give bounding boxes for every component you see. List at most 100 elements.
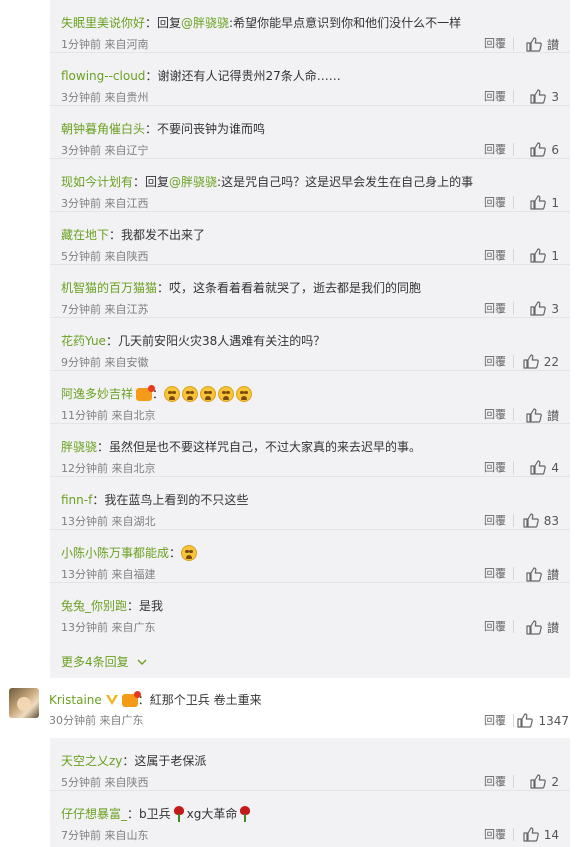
like-count: 讃 <box>546 568 559 582</box>
reply-button[interactable]: 回覆 <box>484 302 506 316</box>
like-count: 4 <box>551 460 559 475</box>
thumbs-up-icon <box>530 301 547 316</box>
username-link[interactable]: 失眠里美说你好 <box>61 15 145 31</box>
divider <box>513 302 514 315</box>
list-item: flowing--cloud ：谢谢还有人记得贵州27条人命…… 3分钟前 来自贵… <box>50 53 570 106</box>
username-link[interactable]: finn-f <box>61 492 92 508</box>
username-link[interactable]: 胖骁骁 <box>61 439 97 455</box>
reply-meta: 7分钟前 来自江苏 <box>61 303 149 316</box>
username-link[interactable]: Kristaine <box>49 692 102 708</box>
like-count: 1 <box>551 195 559 210</box>
more-replies-label: 更多4条回复 <box>61 655 129 669</box>
like-button[interactable]: 22 <box>523 354 559 369</box>
list-item: 失眠里美说你好 ：回复 @胖骁骁:希望你能早点意识到你和他们没什么不一样 1分钟前 … <box>50 0 570 53</box>
divider <box>513 90 514 103</box>
like-button[interactable]: 讃 <box>526 407 559 424</box>
reply-text: ：不要问丧钟为谁而鸣 <box>145 122 266 136</box>
username-link[interactable]: 机智猫的百万猫猫 <box>61 280 157 296</box>
username-link[interactable]: 现如今计划有 <box>61 174 133 190</box>
username-link[interactable]: 阿逸多妙吉祥 <box>61 386 133 402</box>
username-link[interactable]: 小陈小陈万事都能成 <box>61 545 169 561</box>
list-item: 现如今计划有 ：回复 @胖骁骁:这是咒自己吗？这是迟早会发生在自己身上的事 3分钟前… <box>50 159 570 212</box>
thumbs-up-icon <box>530 774 547 789</box>
like-button[interactable]: 2 <box>530 774 559 789</box>
username-link[interactable]: 兔兔_你别跑 <box>61 598 127 614</box>
username-link[interactable]: 藏在地下 <box>61 227 109 243</box>
reply-text: ：b卫兵 <box>127 807 171 821</box>
reply-meta: 3分钟前 来自辽宁 <box>61 144 149 157</box>
reply-meta: 5分钟前 来自陕西 <box>61 250 149 263</box>
like-button[interactable]: 83 <box>523 513 559 528</box>
list-item: 胖骁骁 ：虽然但是也不要这样咒自己，不过大家真的来去迟早的事。 12分钟前 来自北… <box>50 424 570 477</box>
divider <box>513 355 514 368</box>
reply-button[interactable]: 回覆 <box>484 567 506 581</box>
list-item: 阿逸多妙吉祥： 11分钟前 来自北京 回覆 讃 <box>50 371 570 424</box>
like-button[interactable]: 3 <box>530 89 559 104</box>
mention-link[interactable]: @胖骁骁 <box>169 174 217 190</box>
like-button[interactable]: 3 <box>530 301 559 316</box>
like-count: 22 <box>543 354 559 369</box>
reply-thread-panel: 失眠里美说你好 ：回复 @胖骁骁:希望你能早点意识到你和他们没什么不一样 1分钟前 … <box>50 0 570 678</box>
like-count: 3 <box>551 89 559 104</box>
reply-text: ：我都发不出来了 <box>109 228 206 242</box>
reply-text: ：哎，这条看着看着就哭了，逝去都是我们的同胞 <box>157 281 422 295</box>
crying-emoji-icon <box>200 386 217 402</box>
like-button[interactable]: 讃 <box>526 566 559 583</box>
reply-button[interactable]: 回覆 <box>484 775 506 789</box>
thumbs-up-icon <box>523 513 539 528</box>
like-button[interactable]: 1347 <box>517 713 569 728</box>
like-button[interactable]: 讃 <box>526 36 559 53</box>
like-count: 讃 <box>546 38 559 52</box>
crying-emoji-icon <box>164 386 181 402</box>
thumbs-up-icon <box>530 248 547 263</box>
reply-button[interactable]: 回覆 <box>484 620 506 634</box>
list-item: 仔仔想暴富_ ：b卫兵 xg大革命 7分钟前 来自山东 回覆 14 <box>50 791 570 844</box>
username-link[interactable]: 仔仔想暴富_ <box>61 806 127 822</box>
rose-emoji-icon <box>173 806 185 822</box>
reply-meta: 7分钟前 来自山东 <box>61 829 149 842</box>
reply-text-2: xg大革命 <box>186 807 238 821</box>
crying-emoji-icon <box>182 386 199 402</box>
username-link[interactable]: 花药Yue <box>61 333 106 349</box>
like-button[interactable]: 4 <box>530 460 559 475</box>
like-count: 83 <box>543 513 559 528</box>
username-link[interactable]: flowing--cloud <box>61 68 145 84</box>
like-button[interactable]: 1 <box>530 195 559 210</box>
thumbs-up-icon <box>530 89 547 104</box>
like-count: 讃 <box>546 621 559 635</box>
reply-meta: 13分钟前 来自湖北 <box>61 515 156 528</box>
comment-item: Kristaine ：紅那个卫兵 卷土重来 30分钟前 来自广东 回覆 1347 <box>0 686 580 738</box>
reply-button[interactable]: 回覆 <box>484 828 506 842</box>
divider <box>513 408 514 421</box>
reply-button[interactable]: 回覆 <box>484 90 506 104</box>
like-button[interactable]: 1 <box>530 248 559 263</box>
rose-emoji-icon <box>239 806 251 822</box>
like-button[interactable]: 讃 <box>526 619 559 636</box>
avatar[interactable] <box>9 688 39 718</box>
reply-meta: 13分钟前 来自福建 <box>61 568 156 581</box>
like-button[interactable]: 14 <box>523 827 559 842</box>
reply-button[interactable]: 回覆 <box>484 714 506 728</box>
reply-button[interactable]: 回覆 <box>484 143 506 157</box>
username-link[interactable]: 朝钟暮角催白头 <box>61 121 145 137</box>
divider <box>513 196 514 209</box>
reply-button[interactable]: 回覆 <box>484 196 506 210</box>
mention-link[interactable]: @胖骁骁 <box>181 15 229 31</box>
like-button[interactable]: 6 <box>530 142 559 157</box>
thumbs-up-icon <box>526 37 542 52</box>
vip-badge-icon <box>136 384 156 401</box>
reply-button[interactable]: 回覆 <box>484 408 506 422</box>
divider <box>513 514 514 527</box>
more-replies-link[interactable]: 更多4条回复 <box>61 654 147 670</box>
username-link[interactable]: 天空之乂zy <box>61 753 122 769</box>
like-count: 1347 <box>538 713 569 728</box>
reply-button[interactable]: 回覆 <box>484 461 506 475</box>
reply-button[interactable]: 回覆 <box>484 37 506 51</box>
reply-button[interactable]: 回覆 <box>484 355 506 369</box>
reply-button[interactable]: 回覆 <box>484 249 506 263</box>
like-count: 2 <box>551 774 559 789</box>
reply-button[interactable]: 回覆 <box>484 514 506 528</box>
divider <box>513 775 514 788</box>
thumbs-up-icon <box>526 567 542 582</box>
reply-text: ：谢谢还有人记得贵州27条人命…… <box>145 69 341 83</box>
